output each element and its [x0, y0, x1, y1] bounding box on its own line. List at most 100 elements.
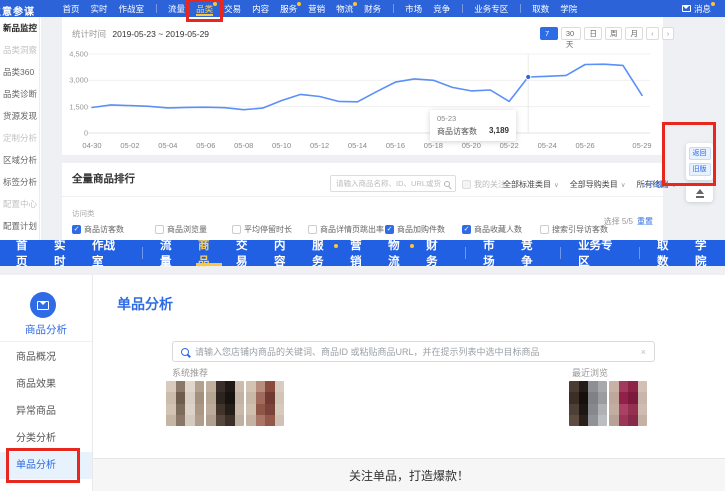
range-button[interactable]: 周	[605, 27, 623, 40]
thumb-pixel	[265, 392, 275, 403]
reset-link[interactable]: 重置	[637, 217, 653, 226]
range-button[interactable]: 日	[584, 27, 602, 40]
top-nav-item[interactable]: 品类	[196, 0, 213, 17]
top-nav-item[interactable]: 服务	[280, 0, 297, 17]
sidebar-item[interactable]: 异常商品	[0, 398, 92, 425]
top-sidebar-item[interactable]: 定制分析	[0, 127, 39, 149]
clear-icon[interactable]: ×	[641, 347, 646, 357]
bottom-nav-item[interactable]: 实时	[54, 240, 76, 266]
top-dashboard: 生意参谋 首页实时作战室 流量品类交易内容服务营销物流财务 市场竞争 业务专区 取数学院…	[0, 0, 725, 240]
thumb-pixel	[628, 415, 638, 426]
top-nav-item[interactable]: 交易	[224, 0, 241, 17]
old-version-button[interactable]: 旧版	[689, 163, 711, 176]
recommended-product-thumb[interactable]	[206, 381, 244, 426]
prev-arrow-button[interactable]: ‹	[646, 27, 659, 40]
item-search-input[interactable]	[195, 347, 635, 357]
top-nav-item[interactable]: 市场	[405, 0, 422, 17]
visitors-line-chart[interactable]	[80, 50, 655, 136]
return-old-version-widget: 返回 旧版	[686, 143, 713, 180]
bottom-nav-item[interactable]: 业务专区	[578, 240, 622, 266]
thumb-pixel	[256, 381, 266, 392]
sidebar-item[interactable]: 商品概况	[0, 344, 92, 371]
top-sidebar-item[interactable]: 标签分析	[0, 171, 39, 193]
metric-checkbox-item[interactable]: 搜索引导访客数	[540, 224, 608, 235]
top-sidebar-item[interactable]: 区域分析	[0, 149, 39, 171]
bottom-nav-item[interactable]: 竞争	[521, 240, 543, 266]
top-sidebar-item[interactable]: 品类诊断	[0, 83, 39, 105]
metric-checkbox-item[interactable]: 商品收藏人数	[462, 224, 522, 235]
bottom-nav-item[interactable]: 取数	[657, 240, 679, 266]
nav-item-label: 物流	[336, 3, 353, 15]
top-nav-item[interactable]: 实时	[91, 0, 108, 17]
top-nav-item[interactable]: 首页	[63, 0, 80, 17]
bottom-nav-item[interactable]: 营销	[350, 240, 372, 266]
top-nav-item[interactable]: 营销	[308, 0, 325, 17]
module-title: 商品分析	[0, 322, 92, 337]
top-sidebar-item[interactable]: 品类洞察	[0, 39, 39, 61]
top-sidebar-item[interactable]: 新品监控	[0, 17, 39, 39]
range-button[interactable]: 7天	[540, 27, 558, 40]
notification-dot-icon	[711, 2, 715, 6]
top-sidebar-item[interactable]: 配置计划	[0, 215, 39, 237]
top-nav-item[interactable]: 学院	[560, 0, 577, 17]
recent-product-thumb[interactable]	[609, 381, 647, 426]
category-dropdown[interactable]: 全部标准类目	[503, 179, 559, 190]
top-nav-item[interactable]: 业务专区	[474, 0, 508, 17]
bottom-nav-item[interactable]: 财务	[426, 240, 448, 266]
checkbox-unchecked-icon[interactable]	[308, 225, 317, 234]
range-button[interactable]: 30天	[561, 27, 582, 40]
bottom-nav-item[interactable]: 服务	[312, 240, 334, 266]
top-nav-item[interactable]: 作战室	[119, 0, 145, 17]
bottom-nav-item[interactable]: 学院	[695, 240, 717, 266]
checkbox-unchecked-icon[interactable]	[155, 225, 164, 234]
top-nav-item[interactable]: 竞争	[433, 0, 450, 17]
sidebar-item[interactable]: 分类分析	[0, 425, 92, 452]
checkbox-checked-icon[interactable]	[462, 225, 471, 234]
bottom-nav-item[interactable]: 物流	[388, 240, 410, 266]
checkbox-checked-icon[interactable]	[72, 225, 81, 234]
next-arrow-button[interactable]: ›	[662, 27, 675, 40]
return-button[interactable]: 返回	[689, 147, 711, 160]
sidebar-item[interactable]: 单品分析	[0, 452, 92, 479]
bottom-nav-item[interactable]: 商品	[198, 240, 220, 266]
metric-checkbox-item[interactable]: 商品详情页跳出率	[308, 224, 384, 235]
checkbox-unchecked-icon[interactable]	[232, 225, 241, 234]
metric-checkbox-item[interactable]: 平均停留时长	[232, 224, 292, 235]
floating-widget: 返回 旧版	[686, 143, 713, 202]
top-sidebar-item[interactable]: 品类360	[0, 61, 39, 83]
top-sidebar-item[interactable]: 配置中心	[0, 193, 39, 215]
bottom-nav-item[interactable]: 流量	[160, 240, 182, 266]
top-nav-item[interactable]: 财务	[364, 0, 381, 17]
top-nav-item[interactable]: 物流	[336, 0, 353, 17]
top-nav-item[interactable]: 取数	[532, 0, 549, 17]
ranking-search-input[interactable]	[336, 179, 441, 188]
back-to-top-button[interactable]	[686, 184, 713, 202]
download-link[interactable]: 下载	[642, 179, 663, 190]
my-follow-checkbox[interactable]: 我的关注	[462, 179, 506, 190]
bottom-nav-item[interactable]: 内容	[274, 240, 296, 266]
sidebar-item[interactable]: 商品效果	[0, 371, 92, 398]
recommended-product-thumb[interactable]	[166, 381, 204, 426]
app-logo[interactable]: 生意参谋	[0, 3, 35, 18]
checkbox-checked-icon[interactable]	[385, 225, 394, 234]
category-dropdown[interactable]: 全部导购类目	[570, 179, 626, 190]
thumb-pixel	[235, 404, 245, 415]
thumb-pixel	[275, 404, 285, 415]
top-nav-item[interactable]: 流量	[168, 0, 185, 17]
metric-checkbox-item[interactable]: 商品浏览量	[155, 224, 207, 235]
bottom-nav-item[interactable]: 市场	[483, 240, 505, 266]
recommended-product-thumb[interactable]	[246, 381, 284, 426]
bottom-nav-item[interactable]: 首页	[16, 240, 38, 266]
checkbox-unchecked-icon[interactable]	[540, 225, 549, 234]
thumb-pixel	[569, 381, 579, 392]
bottom-nav-item[interactable]: 交易	[236, 240, 258, 266]
range-button[interactable]: 月	[625, 27, 643, 40]
top-nav-item[interactable]: 内容	[252, 0, 269, 17]
top-sidebar-item[interactable]: 货源发现	[0, 105, 39, 127]
metric-checkbox-item[interactable]: 商品加购件数	[385, 224, 445, 235]
recent-product-thumb[interactable]	[569, 381, 607, 426]
nav-item-label: 服务	[312, 240, 334, 269]
metric-checkbox-item[interactable]: 商品访客数	[72, 224, 124, 235]
messages-button[interactable]: 消息	[682, 0, 711, 17]
bottom-nav-item[interactable]: 作战室	[92, 240, 125, 266]
